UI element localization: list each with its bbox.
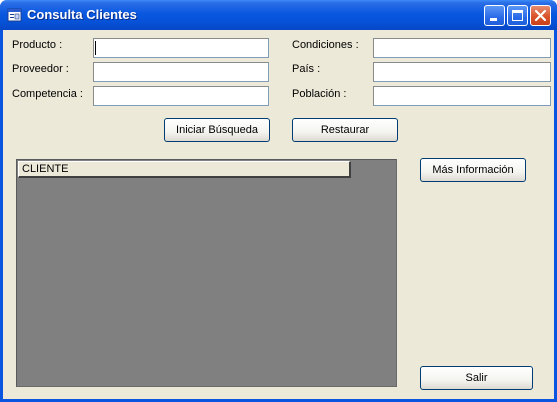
- pais-label: País :: [292, 63, 321, 75]
- consulta-clientes-window: Consulta Clientes Producto : Proveedor :…: [0, 0, 557, 402]
- text-caret: [95, 41, 96, 55]
- competencia-input[interactable]: [93, 86, 269, 106]
- poblacion-input[interactable]: [373, 86, 551, 106]
- title-bar[interactable]: Consulta Clientes: [0, 0, 557, 30]
- producto-input[interactable]: [93, 38, 269, 58]
- minimize-button[interactable]: [484, 5, 505, 26]
- iniciar-busqueda-button[interactable]: Iniciar Búsqueda: [164, 118, 270, 142]
- column-header-cliente[interactable]: CLIENTE: [18, 161, 351, 178]
- producto-label: Producto :: [12, 39, 63, 51]
- condiciones-label: Condiciones :: [292, 39, 359, 51]
- condiciones-input[interactable]: [373, 38, 551, 58]
- close-icon: [534, 9, 547, 22]
- mas-informacion-button[interactable]: Más Información: [420, 158, 526, 182]
- proveedor-input[interactable]: [93, 62, 269, 82]
- close-button[interactable]: [530, 5, 551, 26]
- proveedor-label: Proveedor :: [12, 63, 69, 75]
- maximize-button[interactable]: [507, 5, 528, 26]
- poblacion-label: Población :: [292, 88, 347, 100]
- competencia-label: Competencia :: [12, 88, 83, 100]
- window-title: Consulta Clientes: [27, 7, 137, 22]
- maximize-icon: [512, 10, 523, 21]
- results-grid[interactable]: CLIENTE: [16, 159, 397, 387]
- salir-button[interactable]: Salir: [420, 366, 533, 390]
- minimize-icon: [490, 18, 497, 21]
- restaurar-button[interactable]: Restaurar: [292, 118, 398, 142]
- pais-input[interactable]: [373, 62, 551, 82]
- form-app-icon[interactable]: [7, 7, 23, 23]
